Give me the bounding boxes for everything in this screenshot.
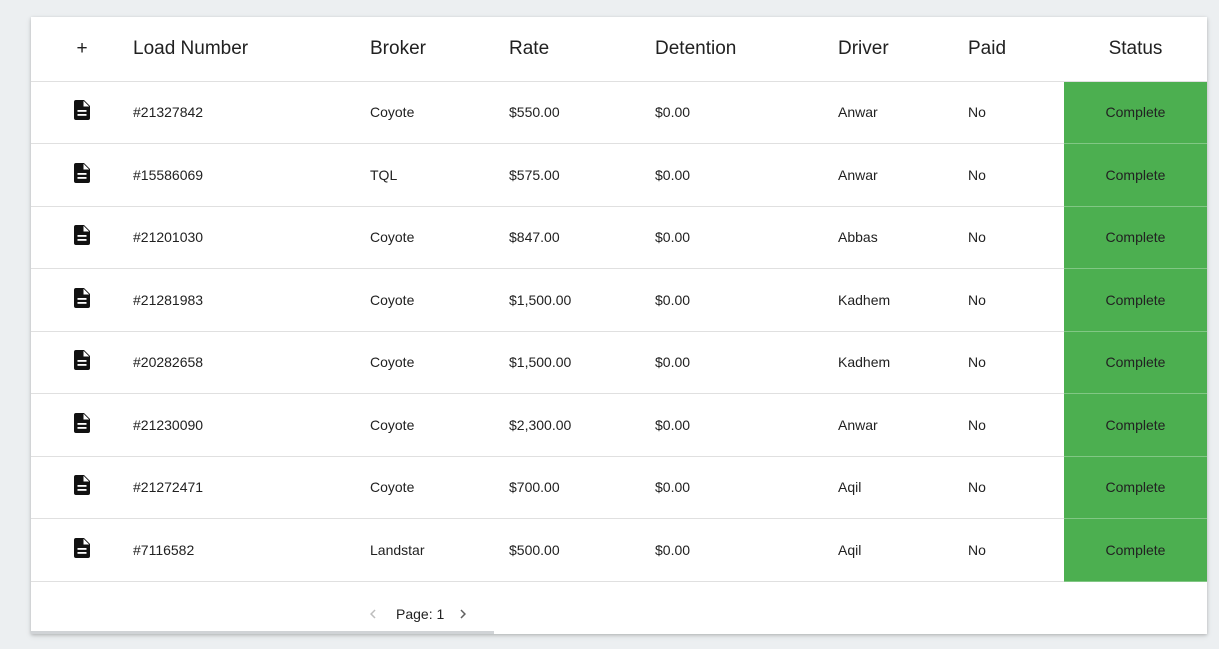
table-row[interactable]: #21327842 Coyote $550.00 $0.00 Anwar No … xyxy=(31,81,1207,144)
header-rate[interactable]: Rate xyxy=(509,17,655,82)
table-row[interactable]: #21201030 Coyote $847.00 $0.00 Abbas No … xyxy=(31,206,1207,269)
cell-broker: Coyote xyxy=(370,206,509,269)
cell-paid: No xyxy=(968,393,1064,457)
cell-driver: Abbas xyxy=(838,206,968,269)
cell-detention: $0.00 xyxy=(655,393,838,457)
cell-load-number[interactable]: #21230090 xyxy=(133,393,370,457)
header-load-number[interactable]: Load Number xyxy=(133,17,370,82)
document-icon[interactable] xyxy=(74,412,90,433)
table-row[interactable]: #15586069 TQL $575.00 $0.00 Anwar No Com… xyxy=(31,143,1207,207)
cell-detention: $0.00 xyxy=(655,268,838,332)
cell-rate: $2,300.00 xyxy=(509,393,655,457)
cell-rate: $1,500.00 xyxy=(509,268,655,332)
loads-table-card: + Load Number Broker Rate Detention Driv… xyxy=(31,17,1207,634)
cell-driver: Anwar xyxy=(838,393,968,457)
cell-detention: $0.00 xyxy=(655,331,838,394)
cell-broker: Coyote xyxy=(370,268,509,332)
pagination: Page: 1 xyxy=(31,593,1207,634)
page-indicator: Page: 1 xyxy=(396,605,445,622)
table-body: #21327842 Coyote $550.00 $0.00 Anwar No … xyxy=(31,81,1207,582)
cell-detention: $0.00 xyxy=(655,518,838,582)
cell-driver: Anwar xyxy=(838,143,968,207)
table-row[interactable]: #21272471 Coyote $700.00 $0.00 Aqil No C… xyxy=(31,456,1207,519)
row-document-cell[interactable] xyxy=(31,206,133,269)
cell-driver: Aqil xyxy=(838,456,968,519)
cell-detention: $0.00 xyxy=(655,81,838,144)
pager-divider xyxy=(31,631,494,634)
table-header-row: + Load Number Broker Rate Detention Driv… xyxy=(31,17,1207,82)
row-document-cell[interactable] xyxy=(31,393,133,457)
loads-table: + Load Number Broker Rate Detention Driv… xyxy=(31,17,1207,582)
status-badge[interactable]: Complete xyxy=(1064,518,1207,582)
row-document-cell[interactable] xyxy=(31,331,133,394)
table-row[interactable]: #21230090 Coyote $2,300.00 $0.00 Anwar N… xyxy=(31,393,1207,457)
cell-driver: Anwar xyxy=(838,81,968,144)
cell-paid: No xyxy=(968,143,1064,207)
cell-driver: Kadhem xyxy=(838,268,968,332)
header-broker[interactable]: Broker xyxy=(370,17,509,82)
document-icon[interactable] xyxy=(74,350,90,371)
cell-broker: Landstar xyxy=(370,518,509,582)
table-row[interactable]: #21281983 Coyote $1,500.00 $0.00 Kadhem … xyxy=(31,268,1207,332)
cell-paid: No xyxy=(968,268,1064,332)
status-badge[interactable]: Complete xyxy=(1064,268,1207,332)
table-row[interactable]: #7116582 Landstar $500.00 $0.00 Aqil No … xyxy=(31,518,1207,582)
cell-detention: $0.00 xyxy=(655,143,838,207)
cell-rate: $550.00 xyxy=(509,81,655,144)
cell-paid: No xyxy=(968,81,1064,144)
add-load-button[interactable]: + xyxy=(31,17,133,82)
header-status[interactable]: Status xyxy=(1064,17,1207,82)
cell-detention: $0.00 xyxy=(655,456,838,519)
status-badge[interactable]: Complete xyxy=(1064,81,1207,144)
document-icon[interactable] xyxy=(74,100,90,121)
status-badge[interactable]: Complete xyxy=(1064,331,1207,394)
cell-load-number[interactable]: #21272471 xyxy=(133,456,370,519)
cell-paid: No xyxy=(968,331,1064,394)
row-document-cell[interactable] xyxy=(31,143,133,207)
cell-paid: No xyxy=(968,206,1064,269)
status-badge[interactable]: Complete xyxy=(1064,206,1207,269)
cell-broker: Coyote xyxy=(370,331,509,394)
document-icon[interactable] xyxy=(74,225,90,246)
document-icon[interactable] xyxy=(74,162,90,183)
cell-load-number[interactable]: #20282658 xyxy=(133,331,370,394)
cell-rate: $700.00 xyxy=(509,456,655,519)
cell-driver: Aqil xyxy=(838,518,968,582)
status-badge[interactable]: Complete xyxy=(1064,393,1207,457)
cell-broker: Coyote xyxy=(370,81,509,144)
table-row[interactable]: #20282658 Coyote $1,500.00 $0.00 Kadhem … xyxy=(31,331,1207,394)
cell-detention: $0.00 xyxy=(655,206,838,269)
header-driver[interactable]: Driver xyxy=(838,17,968,82)
status-badge[interactable]: Complete xyxy=(1064,143,1207,207)
cell-rate: $1,500.00 xyxy=(509,331,655,394)
cell-rate: $575.00 xyxy=(509,143,655,207)
cell-broker: Coyote xyxy=(370,456,509,519)
row-document-cell[interactable] xyxy=(31,268,133,332)
cell-load-number[interactable]: #21327842 xyxy=(133,81,370,144)
cell-broker: TQL xyxy=(370,143,509,207)
cell-paid: No xyxy=(968,456,1064,519)
header-detention[interactable]: Detention xyxy=(655,17,838,82)
document-icon[interactable] xyxy=(74,475,90,496)
cell-load-number[interactable]: #21201030 xyxy=(133,206,370,269)
row-document-cell[interactable] xyxy=(31,456,133,519)
row-document-cell[interactable] xyxy=(31,81,133,144)
status-badge[interactable]: Complete xyxy=(1064,456,1207,519)
cell-load-number[interactable]: #7116582 xyxy=(133,518,370,582)
document-icon[interactable] xyxy=(74,287,90,308)
cell-rate: $847.00 xyxy=(509,206,655,269)
chevron-right-icon[interactable] xyxy=(454,605,472,623)
chevron-left-icon[interactable] xyxy=(364,605,382,623)
cell-rate: $500.00 xyxy=(509,518,655,582)
cell-paid: No xyxy=(968,518,1064,582)
cell-load-number[interactable]: #15586069 xyxy=(133,143,370,207)
cell-load-number[interactable]: #21281983 xyxy=(133,268,370,332)
cell-driver: Kadhem xyxy=(838,331,968,394)
row-document-cell[interactable] xyxy=(31,518,133,582)
header-paid[interactable]: Paid xyxy=(968,17,1064,82)
document-icon[interactable] xyxy=(74,537,90,558)
cell-broker: Coyote xyxy=(370,393,509,457)
